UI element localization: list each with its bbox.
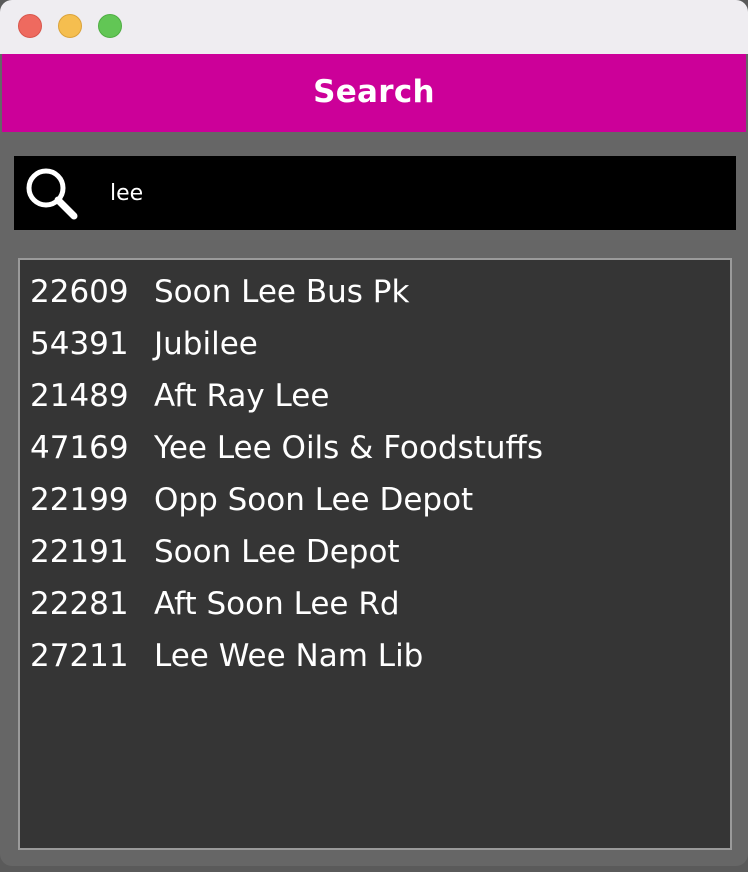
result-item[interactable]: 21489 Aft Ray Lee [20, 370, 730, 422]
result-stop-name: Opp Soon Lee Depot [154, 482, 474, 518]
result-stop-code: 22191 [30, 534, 129, 570]
result-item[interactable]: 22281 Aft Soon Lee Rd [20, 578, 730, 630]
result-stop-name: Yee Lee Oils & Foodstuffs [154, 430, 543, 466]
result-stop-name: Soon Lee Bus Pk [154, 274, 410, 310]
app-window: Search 22609Soon Lee Bus Pk54391Jubilee2… [0, 0, 748, 866]
search-input[interactable] [110, 170, 710, 216]
result-stop-name: Lee Wee Nam Lib [154, 638, 424, 674]
result-item[interactable]: 47169 Yee Lee Oils & Foodstuffs [20, 422, 730, 474]
page-title: Search [313, 74, 435, 110]
result-item[interactable]: 22191 Soon Lee Depot [20, 526, 730, 578]
result-item[interactable]: 27211 Lee Wee Nam Lib [20, 630, 730, 682]
result-stop-code: 21489 [30, 378, 129, 414]
result-stop-name: Jubilee [154, 326, 258, 362]
result-stop-code: 22609 [30, 274, 129, 310]
search-bar [14, 156, 736, 230]
result-stop-name: Aft Soon Lee Rd [154, 586, 400, 622]
result-stop-name: Soon Lee Depot [154, 534, 400, 570]
maximize-window-button[interactable] [98, 14, 122, 38]
result-stop-name: Aft Ray Lee [154, 378, 330, 414]
title-bar [0, 0, 748, 54]
result-item[interactable]: 54391 Jubilee [20, 318, 730, 370]
result-stop-code: 27211 [30, 638, 129, 674]
results-list: 22609 Soon Lee Bus Pk 54391 Jubilee 21489 Aft… [20, 260, 730, 682]
result-stop-code: 22199 [30, 482, 129, 518]
search-icon[interactable] [22, 164, 82, 224]
minimize-window-button[interactable] [58, 14, 82, 38]
result-stop-code: 22281 [30, 586, 129, 622]
page-header: Search [2, 54, 746, 132]
close-window-button[interactable] [18, 14, 42, 38]
result-item[interactable]: 22609 Soon Lee Bus Pk [20, 266, 730, 318]
result-stop-code: 54391 [30, 326, 129, 362]
result-item[interactable]: 22199 Opp Soon Lee Depot [20, 474, 730, 526]
results-list-panel: 22609 Soon Lee Bus Pk 54391 Jubilee 21489 Aft… [18, 258, 732, 850]
result-stop-code: 47169 [30, 430, 129, 466]
